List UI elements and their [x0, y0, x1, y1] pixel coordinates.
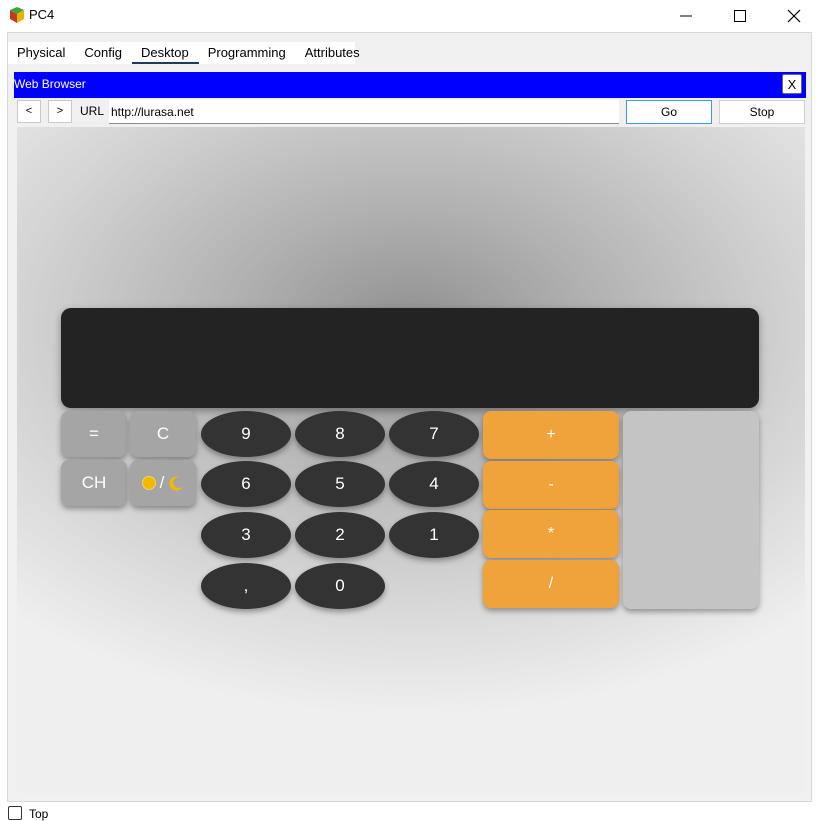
close-window-button[interactable]: [767, 0, 817, 32]
top-checkbox[interactable]: [8, 806, 22, 820]
tab-physical[interactable]: Physical: [8, 42, 75, 64]
title-bar: PC4: [0, 0, 817, 32]
tab-programming[interactable]: Programming: [199, 42, 296, 64]
url-input[interactable]: [109, 100, 619, 124]
minus-button[interactable]: -: [483, 461, 619, 509]
plus-button[interactable]: +: [483, 411, 619, 459]
digit-1-button[interactable]: 1: [389, 512, 479, 558]
history-panel: [623, 411, 759, 609]
tab-desktop[interactable]: Desktop: [132, 42, 199, 64]
tab-bar: Physical Config Desktop Programming Attr…: [8, 42, 360, 64]
history-button[interactable]: CH: [61, 460, 127, 506]
clear-button[interactable]: C: [130, 411, 196, 457]
top-label: Top: [29, 807, 49, 821]
window-title: PC4: [29, 7, 55, 22]
digit-6-button[interactable]: 6: [201, 461, 291, 507]
digit-8-button[interactable]: 8: [295, 411, 385, 457]
browser-nav-bar: < > URL Go Stop: [14, 99, 806, 125]
comma-button[interactable]: ,: [201, 563, 291, 609]
go-button[interactable]: Go: [626, 100, 712, 124]
digit-0-button[interactable]: 0: [295, 563, 385, 609]
maximize-button[interactable]: [713, 0, 767, 32]
moon-icon: [169, 476, 184, 491]
digit-3-button[interactable]: 3: [201, 512, 291, 558]
pc-icon: [10, 7, 24, 23]
back-button[interactable]: <: [17, 100, 41, 123]
close-icon: [787, 9, 801, 23]
digit-5-button[interactable]: 5: [295, 461, 385, 507]
maximize-icon: [734, 10, 746, 22]
browser-viewport: = C CH / 9 8 7 6 5 4 3 2 1 , 0 + - * /: [17, 127, 805, 795]
minimize-icon: [680, 15, 692, 17]
multiply-button[interactable]: *: [483, 510, 619, 558]
stop-button[interactable]: Stop: [719, 100, 805, 124]
tab-attributes[interactable]: Attributes: [296, 42, 370, 64]
minimize-button[interactable]: [659, 0, 713, 32]
browser-title: Web Browser: [14, 77, 86, 91]
divide-button[interactable]: /: [483, 560, 619, 608]
url-label: URL: [80, 104, 105, 118]
sun-icon: [141, 476, 156, 490]
theme-separator: /: [159, 473, 165, 492]
calculator-display: [61, 308, 759, 408]
browser-title-bar: Web Browser X: [14, 72, 806, 98]
tab-config[interactable]: Config: [75, 42, 132, 64]
digit-4-button[interactable]: 4: [389, 461, 479, 507]
digit-2-button[interactable]: 2: [295, 512, 385, 558]
forward-button[interactable]: >: [48, 100, 72, 123]
web-browser-panel: Web Browser X < > URL Go Stop = C CH / 9…: [14, 70, 806, 796]
equals-button[interactable]: =: [61, 411, 127, 457]
digit-7-button[interactable]: 7: [389, 411, 479, 457]
digit-9-button[interactable]: 9: [201, 411, 291, 457]
browser-close-button[interactable]: X: [782, 74, 802, 94]
theme-toggle-button[interactable]: /: [130, 460, 196, 506]
